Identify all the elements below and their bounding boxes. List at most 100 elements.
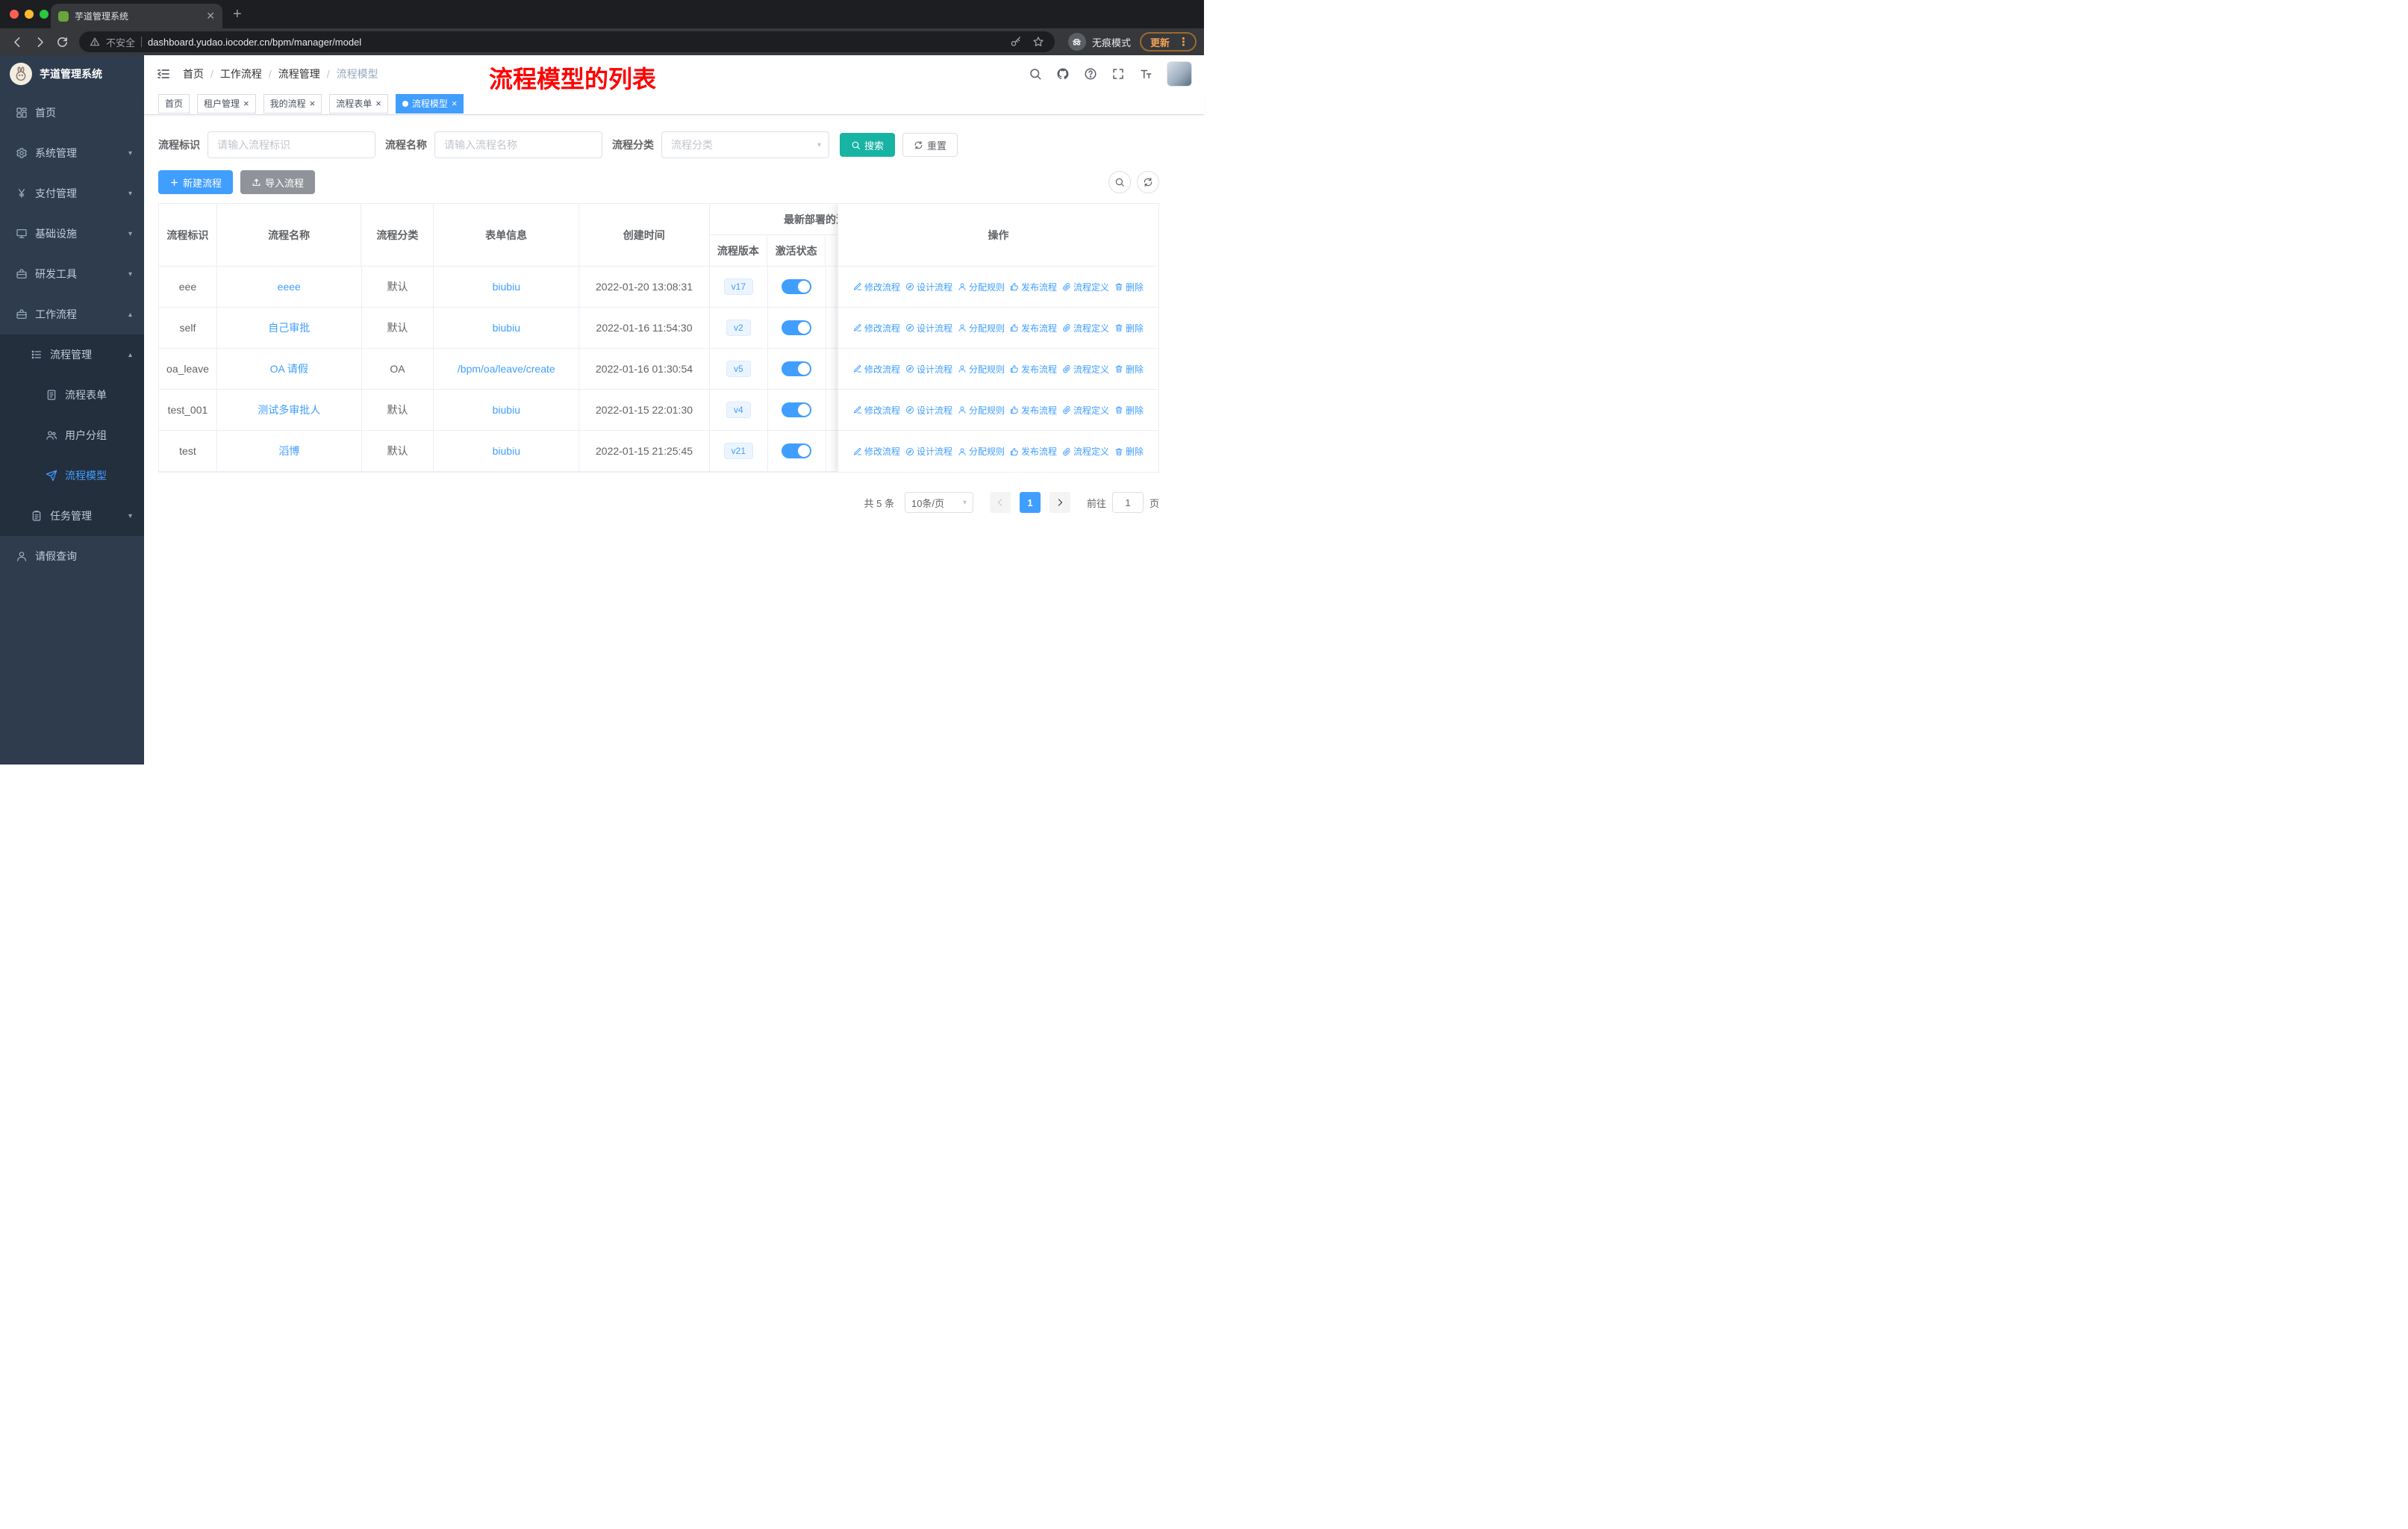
delete-link[interactable]: 删除 [1114, 322, 1144, 334]
security-label[interactable]: 不安全 [106, 35, 135, 49]
search-button[interactable]: 搜索 [840, 133, 896, 157]
sidebar-collapse-icon[interactable] [156, 66, 171, 81]
close-icon[interactable]: × [452, 99, 458, 108]
forward-button[interactable] [30, 32, 49, 52]
active-status-toggle[interactable] [782, 320, 812, 335]
font-size-icon[interactable] [1139, 67, 1152, 81]
sidebar-item-home[interactable]: 首页 [0, 93, 144, 133]
form-info-link[interactable]: /bpm/oa/leave/create [458, 363, 555, 375]
sidebar-item-user-group[interactable]: 用户分组 [0, 415, 144, 455]
process-key-input[interactable] [208, 131, 375, 158]
delete-link[interactable]: 删除 [1114, 281, 1144, 293]
tag-process-model[interactable]: 流程模型 × [395, 93, 464, 113]
sidebar-item-system-management[interactable]: 系统管理 ▾ [0, 133, 144, 173]
category-select[interactable]: 流程分类 ▾ [661, 131, 829, 158]
assign-rule-link[interactable]: 分配规则 [958, 281, 1005, 293]
form-info-link[interactable]: biubiu [493, 281, 520, 293]
prev-page-button[interactable] [989, 492, 1011, 513]
close-icon[interactable]: × [243, 99, 249, 108]
sidebar-item-workflow[interactable]: 工作流程 ▾ [0, 294, 144, 334]
assign-rule-link[interactable]: 分配规则 [958, 404, 1005, 417]
fullscreen-icon[interactable] [1111, 67, 1125, 81]
new-tab-button[interactable]: + [233, 7, 242, 22]
close-icon[interactable]: × [310, 99, 316, 108]
process-definition-link[interactable]: 流程定义 [1062, 281, 1109, 293]
breadcrumb-item[interactable]: 工作流程 [220, 66, 262, 81]
sidebar-item-task-management[interactable]: 任务管理 ▾ [0, 496, 144, 536]
tag-process-form[interactable]: 流程表单 × [329, 93, 388, 113]
browser-tab[interactable]: 芋道管理系统 ✕ [51, 4, 222, 28]
publish-process-link[interactable]: 发布流程 [1010, 322, 1057, 334]
goto-page-input[interactable] [1111, 492, 1144, 513]
sidebar-item-infrastructure[interactable]: 基础设施 ▾ [0, 214, 144, 254]
close-icon[interactable]: × [375, 99, 381, 108]
page-number-current[interactable]: 1 [1019, 492, 1041, 513]
process-definition-link[interactable]: 流程定义 [1062, 404, 1109, 417]
search-icon[interactable] [1029, 67, 1042, 81]
delete-link[interactable]: 删除 [1114, 445, 1144, 458]
form-info-link[interactable]: biubiu [493, 322, 520, 334]
design-process-link[interactable]: 设计流程 [905, 404, 952, 417]
incognito-badge[interactable]: 无痕模式 [1062, 33, 1137, 51]
delete-link[interactable]: 删除 [1114, 363, 1144, 376]
process-name-link[interactable]: eeee [278, 281, 301, 293]
assign-rule-link[interactable]: 分配规则 [958, 363, 1005, 376]
address-bar[interactable]: 不安全 dashboard.yudao.iocoder.cn/bpm/manag… [79, 31, 1055, 52]
design-process-link[interactable]: 设计流程 [905, 445, 952, 458]
github-icon[interactable] [1056, 67, 1070, 81]
modify-process-link[interactable]: 修改流程 [853, 404, 900, 417]
sidebar-item-payment-management[interactable]: 支付管理 ▾ [0, 173, 144, 214]
modify-process-link[interactable]: 修改流程 [853, 281, 900, 293]
design-process-link[interactable]: 设计流程 [905, 363, 952, 376]
import-process-button[interactable]: 导入流程 [240, 170, 316, 194]
window-close-button[interactable] [10, 10, 19, 19]
process-name-link[interactable]: OA 请假 [270, 361, 308, 376]
browser-update-button[interactable]: 更新 ⋮ [1139, 32, 1197, 52]
process-definition-link[interactable]: 流程定义 [1062, 322, 1109, 334]
browser-menu-icon[interactable]: ⋮ [1175, 35, 1192, 49]
sidebar-item-dev-tools[interactable]: 研发工具 ▾ [0, 254, 144, 294]
sidebar-item-leave-query[interactable]: 请假查询 [0, 536, 144, 576]
window-zoom-button[interactable] [40, 10, 49, 19]
publish-process-link[interactable]: 发布流程 [1010, 445, 1057, 458]
active-status-toggle[interactable] [782, 402, 812, 417]
process-name-link[interactable]: 自己审批 [268, 320, 310, 335]
process-definition-link[interactable]: 流程定义 [1062, 363, 1109, 376]
form-info-link[interactable]: biubiu [493, 404, 520, 416]
reload-button[interactable] [52, 32, 72, 52]
design-process-link[interactable]: 设计流程 [905, 322, 952, 334]
sidebar-item-process-management[interactable]: 流程管理 ▾ [0, 334, 144, 375]
breadcrumb-item[interactable]: 流程管理 [278, 66, 320, 81]
modify-process-link[interactable]: 修改流程 [853, 445, 900, 458]
assign-rule-link[interactable]: 分配规则 [958, 322, 1005, 334]
assign-rule-link[interactable]: 分配规则 [958, 445, 1005, 458]
active-status-toggle[interactable] [782, 443, 812, 458]
create-process-button[interactable]: 新建流程 [158, 170, 234, 194]
reset-button[interactable]: 重置 [902, 133, 958, 157]
bookmark-star-icon[interactable] [1032, 36, 1044, 48]
publish-process-link[interactable]: 发布流程 [1010, 404, 1057, 417]
process-name-link[interactable]: 滔博 [278, 443, 299, 458]
design-process-link[interactable]: 设计流程 [905, 281, 952, 293]
window-minimize-button[interactable] [25, 10, 34, 19]
page-size-select[interactable]: 10条/页 ▾ [904, 492, 973, 513]
key-icon[interactable] [1010, 36, 1022, 48]
next-page-button[interactable] [1049, 492, 1070, 513]
form-info-link[interactable]: biubiu [493, 445, 520, 457]
active-status-toggle[interactable] [782, 279, 812, 294]
delete-link[interactable]: 删除 [1114, 404, 1144, 417]
tag-tenant-management[interactable]: 租户管理 × [197, 93, 256, 113]
user-avatar[interactable] [1167, 61, 1192, 87]
tag-home[interactable]: 首页 [158, 93, 190, 113]
sidebar-item-process-form[interactable]: 流程表单 [0, 375, 144, 415]
modify-process-link[interactable]: 修改流程 [853, 363, 900, 376]
back-button[interactable] [7, 32, 27, 52]
modify-process-link[interactable]: 修改流程 [853, 322, 900, 334]
breadcrumb-item[interactable]: 首页 [183, 66, 204, 81]
show-search-icon-button[interactable] [1108, 171, 1131, 193]
active-status-toggle[interactable] [782, 361, 812, 376]
help-icon[interactable] [1084, 67, 1097, 81]
publish-process-link[interactable]: 发布流程 [1010, 363, 1057, 376]
process-definition-link[interactable]: 流程定义 [1062, 445, 1109, 458]
refresh-table-icon-button[interactable] [1137, 171, 1159, 193]
